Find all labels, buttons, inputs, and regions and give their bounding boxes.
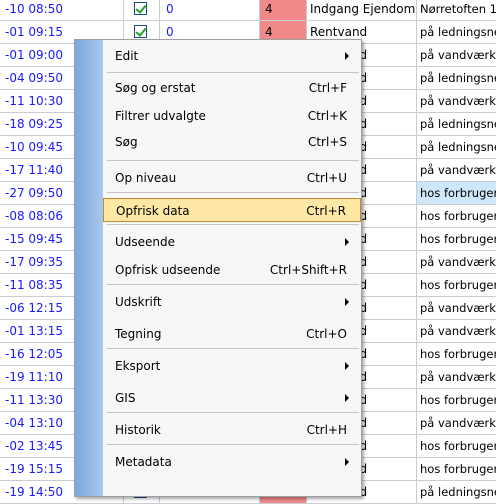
menu-item-label: Edit <box>115 49 139 63</box>
menu-item-shortcut: Ctrl+S <box>307 135 347 149</box>
address-cell: på ledningsnet <box>420 71 496 85</box>
menu-item-udskrift[interactable]: Udskrift <box>103 290 361 314</box>
menu-separator <box>107 192 359 193</box>
level-cell: 4 <box>260 0 307 20</box>
chevron-right-icon <box>345 394 349 402</box>
address-cell: på ledningsnet <box>420 117 496 131</box>
menu-item-eksport[interactable]: Eksport <box>103 354 361 378</box>
menu-item-label: Opfrisk udseende <box>115 263 221 277</box>
menu-item-op-niveau[interactable]: Op niveau Ctrl+U <box>103 166 361 190</box>
address-cell: på vandværk <box>420 416 496 430</box>
menu-separator <box>107 444 359 445</box>
address-cell: på vandværk <box>420 255 496 269</box>
type-cell: Indgang Ejendom <box>307 0 417 20</box>
menu-item-shortcut: Ctrl+R <box>306 204 346 218</box>
address-cell: på vandværk <box>420 370 496 384</box>
address-cell: på ledningsnet <box>420 25 496 39</box>
menu-item-historik[interactable]: Historik Ctrl+H <box>103 418 361 442</box>
checkbox-checked-icon[interactable] <box>134 25 147 38</box>
menu-item-shortcut: Ctrl+O <box>306 327 347 341</box>
address-cell: hos forbruger <box>420 232 496 246</box>
address-cell: Nørretoften 1 <box>420 2 496 16</box>
address-cell: på ledningsnet <box>420 485 496 499</box>
address-cell: hos forbruger <box>417 182 496 204</box>
menu-item-søg[interactable]: Søg Ctrl+S <box>103 130 361 154</box>
chevron-right-icon <box>345 458 349 466</box>
menu-item-udseende[interactable]: Udseende <box>103 230 361 254</box>
menu-item-label: Tegning <box>115 327 162 341</box>
menu-item-shortcut: Ctrl+K <box>307 109 347 123</box>
menu-separator <box>107 224 359 225</box>
table-row[interactable]: -10 08:50 0 4 Indgang Ejendom Nørretoften 1 <box>0 0 496 21</box>
menu-item-shortcut: Ctrl+Shift+R <box>269 263 347 277</box>
menu-item-label: Søg <box>115 135 138 149</box>
menu-item-tegning[interactable]: Tegning Ctrl+O <box>103 322 361 346</box>
menu-separator <box>107 348 359 349</box>
address-cell: på vandværk <box>420 48 496 62</box>
address-cell: på vandværk <box>420 324 496 338</box>
menu-item-gis[interactable]: GIS <box>103 386 361 410</box>
chevron-right-icon <box>345 52 349 60</box>
menu-item-søg-og-erstat[interactable]: Søg og erstat Ctrl+F <box>103 76 361 100</box>
menu-item-metadata[interactable]: Metadata <box>103 450 361 474</box>
menu-separator <box>107 284 359 285</box>
chevron-right-icon <box>345 298 349 306</box>
menu-item-label: Op niveau <box>115 171 177 185</box>
chevron-right-icon <box>345 362 349 370</box>
menu-item-shortcut: Ctrl+U <box>306 171 347 185</box>
address-cell: på ledningsnet <box>420 140 496 154</box>
address-cell: på vandværk <box>420 94 496 108</box>
address-cell: hos forbruger <box>420 209 496 223</box>
address-cell: hos forbruger <box>420 439 496 453</box>
menu-item-shortcut: Ctrl+F <box>308 81 347 95</box>
number-cell: 0 <box>160 0 260 20</box>
menu-item-filtrer-udvalgte[interactable]: Filtrer udvalgte Ctrl+K <box>103 104 361 128</box>
address-cell: hos forbruger <box>420 347 496 361</box>
address-cell: hos forbruger <box>420 278 496 292</box>
chevron-right-icon <box>345 238 349 246</box>
menu-separator <box>107 412 359 413</box>
address-cell: på vandværk <box>420 301 496 315</box>
menu-separator <box>107 160 359 161</box>
menu-item-shortcut: Ctrl+H <box>306 423 347 437</box>
address-cell: hos forbruger <box>420 462 496 476</box>
menu-item-label: Eksport <box>115 359 161 373</box>
menu-item-label: Udseende <box>115 235 176 249</box>
menu-separator <box>107 72 359 73</box>
menu-item-opfrisk-udseende[interactable]: Opfrisk udseende Ctrl+Shift+R <box>103 258 361 282</box>
menu-item-label: Historik <box>115 423 161 437</box>
menu-item-label: Opfrisk data <box>116 204 190 218</box>
menu-item-label: Metadata <box>115 455 172 469</box>
menu-item-edit[interactable]: Edit <box>103 44 361 68</box>
checkbox-checked-icon[interactable] <box>134 2 147 15</box>
menu-icon-gutter <box>75 40 103 496</box>
address-cell: på vandværk <box>420 163 496 177</box>
checkbox-cell[interactable] <box>124 0 160 20</box>
menu-item-label: GIS <box>115 391 136 405</box>
menu-item-opfrisk-data[interactable]: Opfrisk data Ctrl+R <box>103 198 361 222</box>
date-cell: -10 08:50 <box>0 0 124 20</box>
context-menu: Edit Søg og erstat Ctrl+F Filtrer udvalgte C… <box>74 39 362 497</box>
menu-item-label: Søg og erstat <box>115 81 196 95</box>
menu-item-label: Udskrift <box>115 295 162 309</box>
address-cell: hos forbruger <box>420 393 496 407</box>
menu-item-label: Filtrer udvalgte <box>115 109 206 123</box>
